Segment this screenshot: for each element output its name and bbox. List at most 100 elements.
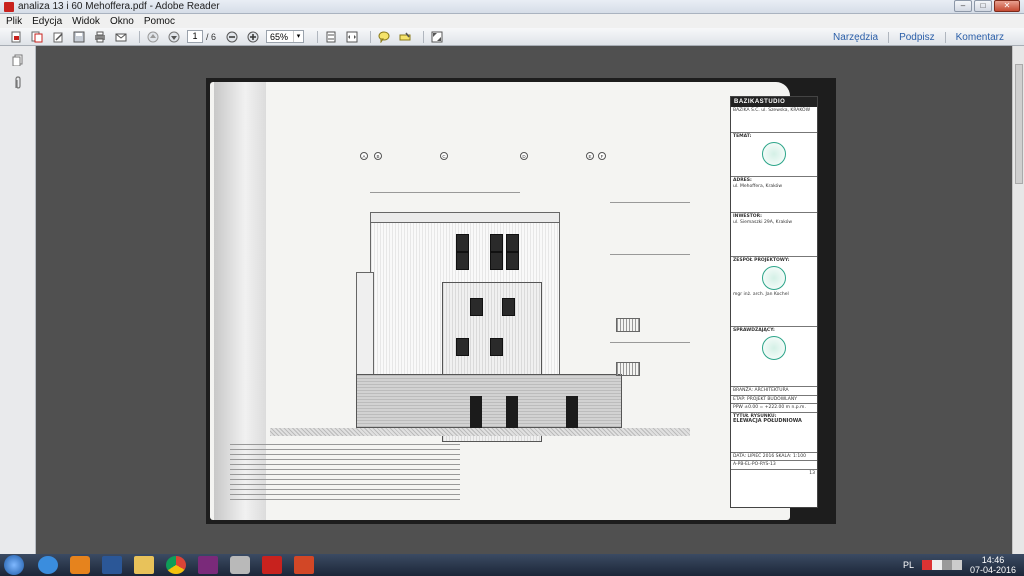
branch-cell: BRANŻA: ARCHITEKTURA — [731, 387, 817, 396]
toolbar-separator — [317, 30, 319, 43]
document-area[interactable]: A B C D E F BAZIKASTUDIO BAZIKA S.C. ul.… — [36, 46, 1012, 554]
grid-axis-label: F — [598, 152, 606, 160]
investor-value: ul. Siemaszki 29A, Kraków — [733, 219, 793, 225]
language-indicator[interactable]: PL — [903, 560, 914, 570]
binoculars-icon[interactable] — [230, 556, 250, 574]
prev-page-icon[interactable] — [145, 30, 161, 44]
menu-pomoc[interactable]: Pomoc — [144, 16, 175, 27]
grid-axis-label: D — [520, 152, 528, 160]
next-page-icon[interactable] — [166, 30, 182, 44]
close-button[interactable]: ✕ — [994, 0, 1020, 12]
pdf-page: A B C D E F BAZIKASTUDIO BAZIKA S.C. ul.… — [206, 78, 836, 524]
toolbar-separator — [139, 30, 140, 43]
zoom-in-icon[interactable] — [245, 30, 261, 44]
powerpoint-icon[interactable] — [294, 556, 314, 574]
internet-explorer-icon[interactable] — [38, 556, 58, 574]
scale-label: SKALA: 1:100 — [775, 453, 806, 459]
clock-date: 07-04-2016 — [969, 565, 1016, 575]
door — [566, 396, 578, 428]
studio-logo: BAZIKASTUDIO — [731, 97, 817, 107]
word-icon[interactable] — [102, 556, 122, 574]
checker-stamp — [762, 335, 786, 360]
page-number-input[interactable]: 1 — [187, 30, 203, 43]
create-pdf-icon[interactable] — [8, 30, 24, 44]
window — [506, 252, 519, 270]
scrollbar-thumb[interactable] — [1015, 64, 1023, 184]
dimension-line — [610, 342, 690, 343]
vertical-scrollbar[interactable] — [1012, 46, 1024, 554]
date-label: DATA: LIPIEC 2016 — [733, 453, 775, 459]
tray-icons[interactable] — [921, 560, 962, 570]
menu-okno[interactable]: Okno — [110, 16, 134, 27]
window — [490, 338, 503, 356]
right-panel-links: Narzędzia Podpisz Komentarz — [823, 28, 1014, 46]
adobe-reader-icon — [4, 1, 14, 12]
fit-width-icon[interactable] — [344, 30, 360, 44]
save-icon[interactable] — [71, 30, 87, 44]
system-tray: PL 14:46 07-04-2016 — [903, 554, 1016, 576]
menu-widok[interactable]: Widok — [72, 16, 100, 27]
company-text: BAZIKA S.C. ul. Szewska, KRAKÓW — [733, 108, 811, 113]
team-cell: ZESPÓŁ PROJEKTOWY: mgr inż. arch. Jan Ko… — [731, 257, 817, 327]
tools-link[interactable]: Narzędzia — [823, 32, 888, 43]
highlight-icon[interactable] — [397, 30, 413, 44]
file-explorer-icon[interactable] — [134, 556, 154, 574]
zoom-out-icon[interactable] — [224, 30, 240, 44]
window — [502, 298, 515, 316]
zoom-value: 65% — [270, 31, 289, 42]
combine-files-icon[interactable] — [29, 30, 45, 44]
checker-label: SPRAWDZAJĄCY: — [733, 328, 775, 333]
pages-thumbnails-icon[interactable] — [11, 54, 25, 68]
adobe-reader-taskbar-icon[interactable] — [262, 556, 282, 574]
toolbar-separator — [423, 30, 425, 43]
sign-link[interactable]: Podpisz — [888, 31, 945, 43]
door — [470, 396, 482, 428]
menu-edycja[interactable]: Edycja — [32, 16, 62, 27]
clock-time: 14:46 — [981, 555, 1005, 565]
ground-line — [270, 428, 690, 436]
chrome-icon[interactable] — [166, 556, 186, 574]
balcony — [616, 362, 640, 376]
email-icon[interactable] — [113, 30, 129, 44]
menu-plik[interactable]: Plik — [6, 16, 22, 27]
minimize-button[interactable]: – — [954, 0, 972, 12]
material-legend — [230, 444, 460, 514]
comment-icon[interactable] — [376, 30, 392, 44]
address-cell: ADRES: ul. Mehoffera, Kraków — [731, 177, 817, 213]
checker-cell: SPRAWDZAJĄCY: — [731, 327, 817, 387]
start-button[interactable] — [4, 555, 24, 575]
taskbar: PL 14:46 07-04-2016 — [0, 554, 1024, 576]
sheet-number-cell: A-PB-EL-PO-RYS-13 — [731, 461, 817, 470]
comment-link[interactable]: Komentarz — [944, 31, 1014, 43]
toolbar-separator — [370, 30, 372, 43]
topic-cell: TEMAT: — [731, 133, 817, 177]
team-label: ZESPÓŁ PROJEKTOWY: — [733, 258, 790, 263]
scanned-drawing-sheet: A B C D E F BAZIKASTUDIO BAZIKA S.C. ul.… — [210, 82, 818, 520]
fullscreen-icon[interactable] — [429, 30, 445, 44]
door — [506, 396, 518, 428]
zoom-select[interactable]: 65% ▾ — [266, 30, 305, 43]
window — [456, 234, 469, 252]
maximize-button[interactable]: □ — [974, 0, 992, 12]
title-bar: analiza 13 i 60 Mehoffera.pdf - Adobe Re… — [0, 0, 1024, 14]
address-value: ul. Mehoffera, Kraków — [733, 183, 782, 189]
clock[interactable]: 14:46 07-04-2016 — [970, 555, 1016, 575]
navigation-pane — [0, 46, 36, 554]
page-total: / 6 — [206, 31, 217, 42]
attachments-icon[interactable] — [11, 76, 25, 90]
chevron-down-icon[interactable]: ▾ — [293, 31, 303, 42]
date-scale-cell: DATA: LIPIEC 2016 SKALA: 1:100 — [731, 453, 817, 461]
media-player-icon[interactable] — [70, 556, 90, 574]
topic-label: TEMAT: — [733, 134, 752, 139]
fit-page-icon[interactable] — [323, 30, 339, 44]
balcony — [616, 318, 640, 332]
window-title: analiza 13 i 60 Mehoffera.pdf - Adobe Re… — [18, 1, 220, 12]
drawing-title-cell: TYTUŁ RYSUNKU: ELEWACJA POŁUDNIOWA — [731, 413, 817, 453]
edit-icon[interactable] — [50, 30, 66, 44]
company-info: BAZIKA S.C. ul. Szewska, KRAKÓW — [731, 107, 817, 133]
page-number-label: 13 — [809, 470, 815, 476]
window-controls: – □ ✕ — [954, 0, 1020, 12]
window — [456, 338, 469, 356]
winrar-icon[interactable] — [198, 556, 218, 574]
print-icon[interactable] — [92, 30, 108, 44]
